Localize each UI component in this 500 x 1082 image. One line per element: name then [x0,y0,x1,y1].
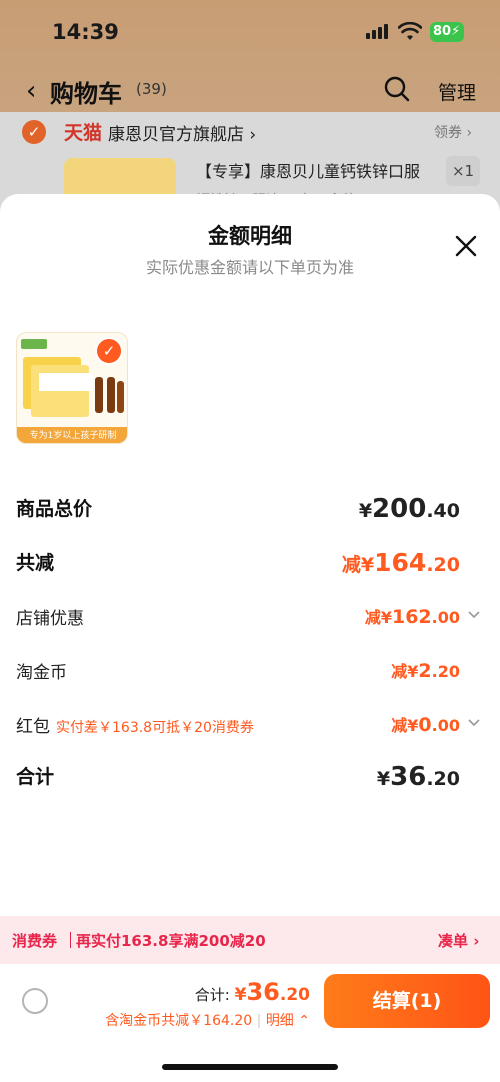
taojinbi-label: 淘金币 [16,663,67,683]
taojinbi-value: 减¥2.20 [391,660,460,682]
thumbnail-caption: 专为1岁以上孩子研制 [17,427,127,443]
tmall-logo: 天猫 [64,122,103,144]
promo-tag: 消费券 [12,932,58,950]
status-time: 14:39 [52,20,119,44]
add-items-link[interactable]: 凑单 › [438,930,479,951]
store-discount-value: 减¥162.00 [364,606,460,628]
bottom-discount-line: 含淘金币共减￥164.20 | 明细 ⌃ [105,1013,310,1029]
redpacket-value: 减¥0.00 [391,714,460,736]
store-discount-row[interactable]: 店铺优惠 减¥162.00 [16,604,484,638]
total-discount-label: 共减 [16,552,55,574]
chevron-down-icon[interactable] [468,608,480,620]
goods-total-value: ¥200.40 [358,494,460,524]
page-title: 购物车 [50,80,122,108]
promo-divider [70,932,71,948]
status-bar: 14:39 80⚡ [0,0,500,62]
cart-nav-bar: ‹ 购物车 (39) 管理 [0,70,500,110]
redpacket-label: 红包 [16,717,50,737]
redpacket-row[interactable]: 红包 实付差￥163.8可抵￥20消费券 减¥0.00 [16,712,484,746]
promo-text: 再实付163.8享满200减20 [76,932,266,950]
cart-product-title[interactable]: 【专享】康恩贝儿童钙铁锌口服 [196,158,420,182]
product-thumbnail: ✓ 专为1岁以上孩子研制 [16,332,128,444]
total-discount-value: 减¥164.20 [341,548,460,577]
redpacket-note: 实付差￥163.8可抵￥20消费券 [56,720,254,736]
bottom-discount-text: 含淘金币共减￥164.20 [105,1013,253,1029]
select-all-radio[interactable] [22,988,48,1014]
sum-row: 合计 ¥36.20 [16,762,484,796]
checkout-button[interactable]: 结算(1) [324,974,490,1028]
sheet-subtitle: 实际优惠金额请以下单页为准 [145,258,354,277]
taojinbi-row: 淘金币 减¥2.20 [16,658,484,692]
cart-product-quantity[interactable]: ×1 [446,156,480,186]
store-discount-label: 店铺优惠 [16,609,84,629]
sheet-title: 金额明细 [208,224,292,248]
redpacket-label-group: 红包 实付差￥163.8可抵￥20消费券 [16,712,254,737]
search-icon[interactable] [384,76,410,102]
bottom-total-value: ¥36.20 [234,978,310,1006]
detail-toggle-link[interactable]: 明细 ⌃ [266,1013,310,1029]
battery-icon: 80⚡ [430,22,464,42]
goods-total-row: 商品总价 ¥200.40 [16,494,484,528]
total-discount-row: 共减 减¥164.20 [16,548,484,582]
sum-value: ¥36.20 [376,762,460,792]
bottom-total-label: 合计: [194,986,235,1004]
cellular-signal-icon [366,24,388,39]
close-icon[interactable] [454,234,478,258]
wifi-icon [398,22,422,40]
chevron-left-icon[interactable]: ‹ [26,76,36,106]
bottom-total: 合计: ¥36.20 [195,978,310,1006]
store-name-link[interactable]: 康恩贝官方旗舰店 › [108,120,256,145]
selected-check-icon[interactable]: ✓ [95,337,123,365]
battery-level: 80 [433,24,452,39]
sum-label: 合计 [16,766,55,788]
cart-count: (39) [136,80,167,98]
chevron-down-icon[interactable] [468,716,480,728]
coupon-link[interactable]: 领券 › [434,122,472,142]
coupon-promo-banner[interactable]: 消费券 再实付163.8享满200减20 凑单 › [0,916,500,964]
checkout-bar: 合计: ¥36.20 含淘金币共减￥164.20 | 明细 ⌃ 结算(1) [0,964,500,1082]
store-check-icon[interactable]: ✓ [22,120,46,144]
home-indicator [162,1064,338,1070]
goods-total-label: 商品总价 [16,498,93,520]
manage-button[interactable]: 管理 [438,78,476,105]
